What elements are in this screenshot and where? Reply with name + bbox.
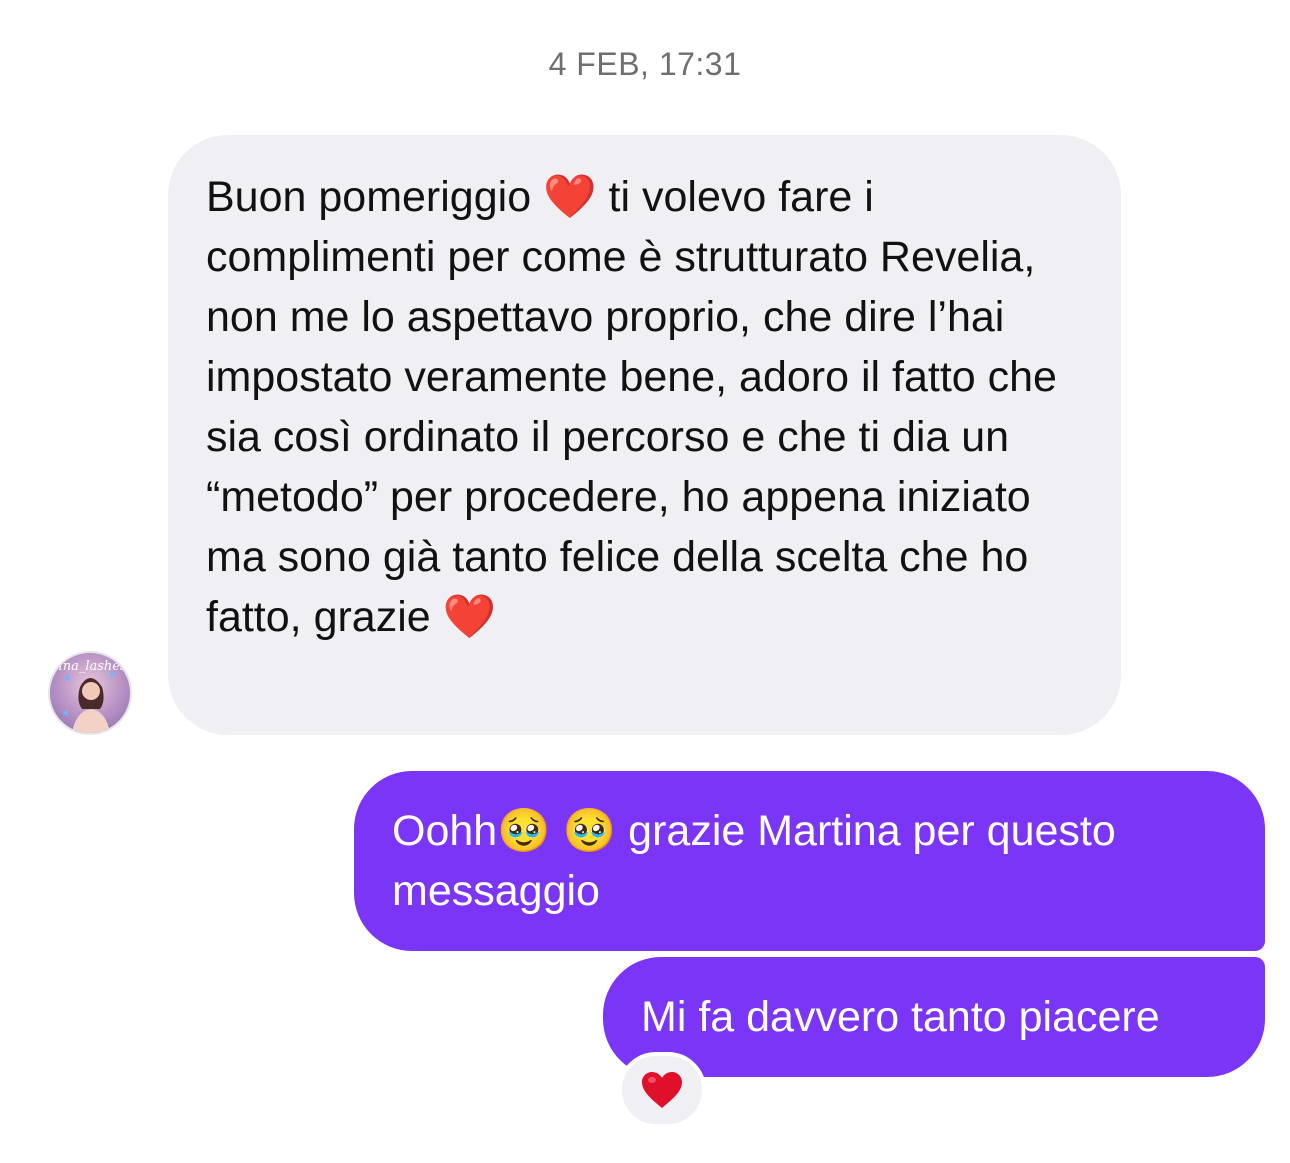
heart-icon [642, 1072, 682, 1108]
incoming-message-text: Buon pomeriggio ❤️ ti volevo fare i comp… [206, 173, 1069, 641]
contact-avatar[interactable]: tina_lashes [48, 651, 132, 735]
message-timestamp: 4 FEB, 17:31 [548, 46, 742, 82]
message-reaction[interactable] [618, 1052, 706, 1128]
outgoing-message-text: Oohh🥹 🥹 grazie Martina per questo messag… [392, 807, 1116, 915]
outgoing-message-bubble[interactable]: Oohh🥹 🥹 grazie Martina per questo messag… [354, 771, 1265, 951]
outgoing-message-bubble[interactable]: Mi fa davvero tanto piacere [603, 957, 1265, 1077]
avatar-portrait-icon [62, 671, 116, 733]
outgoing-message-text: Mi fa davvero tanto piacere [641, 993, 1160, 1041]
incoming-message-bubble[interactable]: Buon pomeriggio ❤️ ti volevo fare i comp… [168, 135, 1121, 735]
